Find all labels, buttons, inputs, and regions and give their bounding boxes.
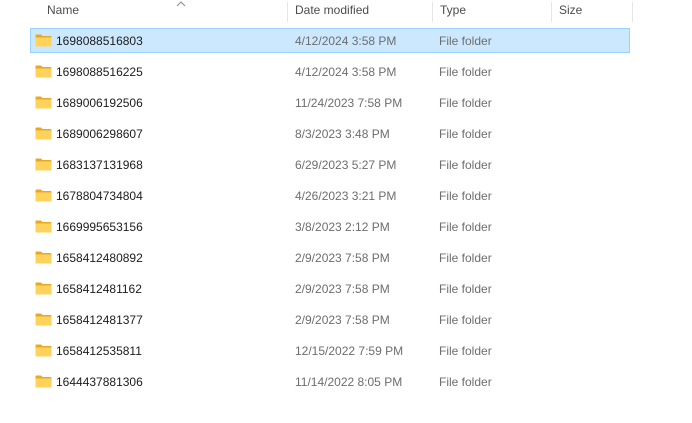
file-date-modified: 6/29/2023 5:27 PM — [295, 158, 397, 172]
file-date-modified: 11/14/2022 8:05 PM — [295, 375, 403, 389]
file-name[interactable]: 1698088516225 — [56, 65, 143, 79]
column-header-size-label: Size — [559, 3, 583, 17]
file-name[interactable]: 1698088516803 — [56, 34, 143, 48]
file-type: File folder — [439, 282, 492, 296]
folder-icon — [35, 375, 52, 388]
file-type: File folder — [439, 127, 492, 141]
file-type: File folder — [439, 158, 492, 172]
file-list-view: Name Date modified Type Size 16980885168… — [0, 0, 692, 423]
file-row[interactable]: 1698088516225 4/12/2024 3:58 PM File folde… — [30, 59, 630, 84]
file-type: File folder — [439, 251, 492, 265]
file-row[interactable]: 1683137131968 6/29/2023 5:27 PM File folde… — [30, 152, 630, 177]
file-date-modified: 4/12/2024 3:58 PM — [295, 34, 397, 48]
folder-icon — [35, 220, 52, 233]
file-row[interactable]: 1644437881306 11/14/2022 8:05 PM File fold… — [30, 369, 630, 394]
file-type: File folder — [439, 34, 492, 48]
file-date-modified: 11/24/2023 7:58 PM — [295, 96, 403, 110]
folder-icon — [35, 34, 52, 47]
file-type: File folder — [439, 189, 492, 203]
file-row[interactable]: 1658412481162 2/9/2023 7:58 PM File folder — [30, 276, 630, 301]
file-type: File folder — [439, 220, 492, 234]
folder-icon — [35, 127, 52, 140]
folder-icon — [35, 313, 52, 326]
file-name[interactable]: 1669995653156 — [56, 220, 143, 234]
column-header-date-label: Date modified — [295, 3, 370, 17]
file-type: File folder — [439, 96, 492, 110]
folder-icon — [35, 189, 52, 202]
file-date-modified: 3/8/2023 2:12 PM — [295, 220, 390, 234]
file-date-modified: 4/26/2023 3:21 PM — [295, 189, 397, 203]
file-type: File folder — [439, 65, 492, 79]
file-rows: 1698088516803 4/12/2024 3:58 PM File folde… — [30, 28, 630, 400]
file-date-modified: 2/9/2023 7:58 PM — [295, 313, 390, 327]
file-row[interactable]: 1689006298607 8/3/2023 3:48 PM File folder — [30, 121, 630, 146]
file-name[interactable]: 1658412481377 — [56, 313, 143, 327]
file-row[interactable]: 1658412535811 12/15/2022 7:59 PM File fold… — [30, 338, 630, 363]
column-header-size[interactable]: Size — [552, 0, 632, 22]
file-date-modified: 2/9/2023 7:58 PM — [295, 251, 390, 265]
file-type: File folder — [439, 375, 492, 389]
file-name[interactable]: 1658412480892 — [56, 251, 143, 265]
column-header-type[interactable]: Type — [433, 0, 551, 22]
file-type: File folder — [439, 344, 492, 358]
folder-icon — [35, 282, 52, 295]
file-name[interactable]: 1678804734804 — [56, 189, 143, 203]
file-row[interactable]: 1698088516803 4/12/2024 3:58 PM File folde… — [30, 28, 630, 53]
folder-icon — [35, 96, 52, 109]
column-header-bar: Name Date modified Type Size — [0, 0, 692, 24]
file-name[interactable]: 1689006298607 — [56, 127, 143, 141]
file-name[interactable]: 1658412535811 — [56, 344, 142, 358]
file-row[interactable]: 1669995653156 3/8/2023 2:12 PM File folder — [30, 214, 630, 239]
file-row[interactable]: 1658412480892 2/9/2023 7:58 PM File folder — [30, 245, 630, 270]
file-name[interactable]: 1689006192506 — [56, 96, 143, 110]
folder-icon — [35, 65, 52, 78]
file-row[interactable]: 1689006192506 11/24/2023 7:58 PM File fold… — [30, 90, 630, 115]
file-date-modified: 4/12/2024 3:58 PM — [295, 65, 397, 79]
file-name[interactable]: 1658412481162 — [56, 282, 142, 296]
file-date-modified: 2/9/2023 7:58 PM — [295, 282, 390, 296]
file-name[interactable]: 1644437881306 — [56, 375, 143, 389]
column-header-date-modified[interactable]: Date modified — [288, 0, 432, 22]
column-header-name-label: Name — [47, 3, 80, 17]
folder-icon — [35, 344, 52, 357]
column-header-type-label: Type — [440, 3, 467, 17]
file-date-modified: 8/3/2023 3:48 PM — [295, 127, 390, 141]
folder-icon — [35, 158, 52, 171]
file-row[interactable]: 1658412481377 2/9/2023 7:58 PM File folder — [30, 307, 630, 332]
folder-icon — [35, 251, 52, 264]
file-name[interactable]: 1683137131968 — [56, 158, 143, 172]
file-row[interactable]: 1678804734804 4/26/2023 3:21 PM File folde… — [30, 183, 630, 208]
file-date-modified: 12/15/2022 7:59 PM — [295, 344, 404, 358]
file-type: File folder — [439, 313, 492, 327]
column-resize-handle[interactable] — [632, 2, 633, 22]
column-header-name[interactable]: Name — [40, 0, 285, 22]
